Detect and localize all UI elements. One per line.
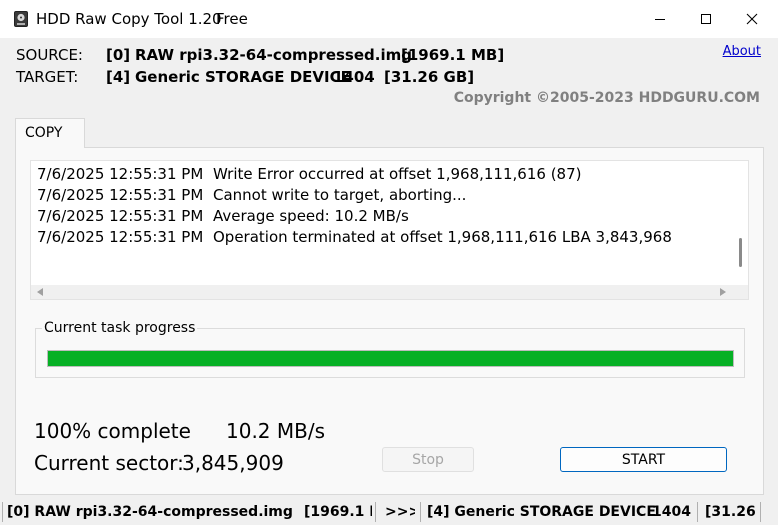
- title-bar[interactable]: HDD Raw Copy Tool 1.20 Free: [0, 0, 778, 38]
- about-link[interactable]: About: [723, 44, 761, 59]
- stop-button[interactable]: Stop: [382, 447, 474, 472]
- log-item: 7/6/2025 12:55:31 PM Operation terminated…: [37, 228, 672, 246]
- horizontal-scrollbar[interactable]: [31, 285, 748, 299]
- progress-bar: [47, 350, 734, 367]
- tab-copy-label: COPY: [25, 125, 63, 141]
- target-index: [4]: [106, 68, 131, 86]
- status-divider: [697, 502, 698, 522]
- log-message: Average speed: 10.2 MB/s: [213, 207, 409, 225]
- source-size: [1969.1 MB]: [401, 46, 505, 64]
- close-icon: [746, 13, 758, 25]
- sector-label: Current sector:: [34, 451, 184, 475]
- scroll-left-icon[interactable]: [37, 288, 43, 296]
- source-name: RAW rpi3.32-64-compressed.img: [135, 46, 412, 64]
- copyright-text: Copyright ©2005-2023 HDDGURU.COM: [453, 90, 760, 106]
- tab-copy[interactable]: COPY: [15, 118, 85, 148]
- statusbar-source-size: [1969.1 MB]: [304, 504, 372, 520]
- target-model: 1404: [333, 68, 375, 86]
- statusbar-source: [0] RAW rpi3.32-64-compressed.img: [7, 504, 293, 520]
- scroll-right-icon[interactable]: [720, 288, 726, 296]
- source-label: SOURCE:: [16, 46, 83, 64]
- log-message: Operation terminated at offset 1,968,111…: [213, 228, 672, 246]
- status-divider: [2, 502, 3, 522]
- statusbar-arrow: >>>: [385, 504, 415, 520]
- log-list[interactable]: 7/6/2025 12:55:31 PM Write Error occurred…: [30, 160, 749, 300]
- log-time: 7/6/2025 12:55:31 PM: [37, 186, 204, 204]
- target-label: TARGET:: [16, 68, 79, 86]
- log-item: 7/6/2025 12:55:31 PM Cannot write to targ…: [37, 186, 466, 204]
- status-bar: [0] RAW rpi3.32-64-compressed.img [1969.…: [0, 500, 778, 525]
- log-time: 7/6/2025 12:55:31 PM: [37, 228, 204, 246]
- log-message: Write Error occurred at offset 1,968,111…: [213, 165, 582, 183]
- app-window: HDD Raw Copy Tool 1.20 Free SOURCE: [0] …: [0, 0, 778, 525]
- maximize-icon: [701, 14, 711, 24]
- statusbar-target-size: [31.26 GB]: [705, 504, 757, 520]
- progress-group-label: Current task progress: [42, 320, 198, 336]
- status-divider: [420, 502, 421, 522]
- progress-bar-fill: [48, 351, 733, 366]
- statusbar-target-model: 1404: [652, 504, 691, 520]
- target-size: [31.26 GB]: [384, 68, 475, 86]
- status-divider: [375, 502, 376, 522]
- log-time: 7/6/2025 12:55:31 PM: [37, 165, 204, 183]
- target-name: Generic STORAGE DEVICE: [135, 68, 351, 86]
- window-title: HDD Raw Copy Tool 1.20: [36, 10, 222, 28]
- log-time: 7/6/2025 12:55:31 PM: [37, 207, 204, 225]
- log-item: 7/6/2025 12:55:31 PM Write Error occurred…: [37, 165, 581, 183]
- close-button[interactable]: [729, 0, 775, 38]
- speed-value: 10.2 MB/s: [226, 419, 326, 443]
- source-index: [0]: [106, 46, 131, 64]
- source-row: SOURCE: [0] RAW rpi3.32-64-compressed.im…: [0, 46, 600, 66]
- hdd-app-icon: [14, 11, 28, 27]
- minimize-icon: [655, 19, 665, 20]
- log-message: Cannot write to target, aborting...: [213, 186, 467, 204]
- target-row: TARGET: [4] Generic STORAGE DEVICE 1404 …: [0, 68, 600, 88]
- statusbar-target: [4] Generic STORAGE DEVICE: [427, 504, 656, 520]
- complete-percent: 100% complete: [34, 419, 191, 443]
- sector-value: 3,845,909: [182, 451, 284, 475]
- minimize-button[interactable]: [637, 0, 683, 38]
- maximize-button[interactable]: [683, 0, 729, 38]
- start-button[interactable]: START: [560, 447, 727, 472]
- status-divider: [760, 502, 761, 522]
- edition-label: Free: [216, 10, 248, 28]
- log-item: 7/6/2025 12:55:31 PM Average speed: 10.2 …: [37, 207, 409, 225]
- vertical-scrollbar-thumb[interactable]: [739, 238, 742, 267]
